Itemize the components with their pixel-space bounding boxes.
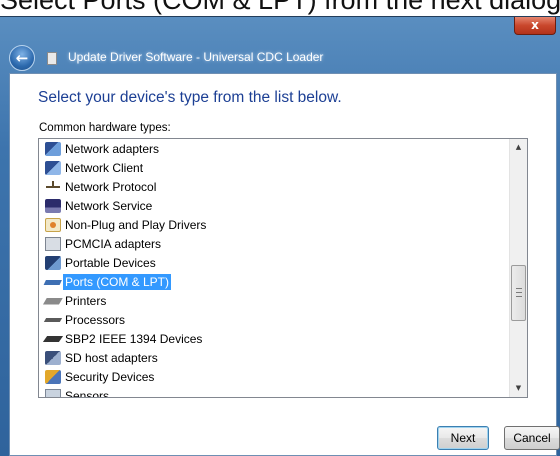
network-adapter-icon <box>45 141 61 156</box>
back-arrow-icon[interactable]: ← <box>9 45 35 71</box>
list-item-portable-devices[interactable]: Portable Devices <box>39 253 509 272</box>
scroll-thumb[interactable] <box>511 265 526 321</box>
port-icon <box>41 274 65 289</box>
list-item-network-client[interactable]: Network Client <box>39 158 509 177</box>
sensor-icon <box>45 388 61 397</box>
window-title: Update Driver Software - Universal CDC L… <box>68 50 324 64</box>
portable-device-icon <box>45 255 61 270</box>
page-heading: Select your device's type from the list … <box>38 89 342 106</box>
list-item-network-adapters[interactable]: Network adapters <box>39 139 509 158</box>
list-item-label: Network Client <box>65 160 144 175</box>
list-scrollbar[interactable]: ▲ ▼ <box>509 139 527 397</box>
list-item-label: SD host adapters <box>65 350 158 365</box>
list-item-label: Printers <box>65 293 107 308</box>
title-bar: ← Update Driver Software - Universal CDC… <box>0 43 560 73</box>
list-item-security-devices[interactable]: Security Devices <box>39 367 509 386</box>
list-item-network-service[interactable]: Network Service <box>39 196 509 215</box>
list-item-label: Network Service <box>65 198 153 213</box>
processor-icon <box>40 312 66 327</box>
close-button[interactable]: x <box>514 17 556 35</box>
list-label: Common hardware types: <box>39 122 171 134</box>
list-item-label: Non-Plug and Play Drivers <box>65 217 207 232</box>
list-item-label: SBP2 IEEE 1394 Devices <box>65 331 203 346</box>
list-item-label: Network Protocol <box>65 179 157 194</box>
list-item-pcmcia-adapters[interactable]: PCMCIA adapters <box>39 234 509 253</box>
list-item-network-protocol[interactable]: Network Protocol <box>39 177 509 196</box>
scroll-up-arrow-icon[interactable]: ▲ <box>510 139 527 156</box>
list-item-label: Portable Devices <box>65 255 156 270</box>
hardware-type-list[interactable]: Network adapters Network Client Network … <box>38 138 528 398</box>
printer-icon <box>40 293 66 308</box>
list-item-label: PCMCIA adapters <box>65 236 162 251</box>
list-item-label: Security Devices <box>65 369 155 384</box>
next-button[interactable]: Next <box>437 426 489 450</box>
dialog-client-area: Select your device's type from the list … <box>9 73 560 456</box>
wizard-icon <box>47 52 57 65</box>
list-item-printers[interactable]: Printers <box>39 291 509 310</box>
sd-adapter-icon <box>45 350 61 365</box>
list-item-label: Ports (COM & LPT) <box>63 273 172 290</box>
list-item-non-pnp-drivers[interactable]: Non-Plug and Play Drivers <box>39 215 509 234</box>
list-item-ports[interactable]: Ports (COM & LPT) <box>39 272 509 291</box>
caption-text: Select Ports (COM & LPT) from the next d… <box>0 0 560 15</box>
list-item-label: Network adapters <box>65 141 160 156</box>
network-client-icon <box>45 160 61 175</box>
list-item-sd-host-adapters[interactable]: SD host adapters <box>39 348 509 367</box>
network-protocol-icon <box>45 180 61 194</box>
scroll-down-arrow-icon[interactable]: ▼ <box>510 380 527 397</box>
list-item-processors[interactable]: Processors <box>39 310 509 329</box>
pcmcia-icon <box>45 236 61 251</box>
list-item-sensors[interactable]: Sensors <box>39 386 509 398</box>
list-item-sbp2-ieee1394[interactable]: SBP2 IEEE 1394 Devices <box>39 329 509 348</box>
list-item-label: Sensors <box>65 388 110 398</box>
grip-icon <box>516 288 522 297</box>
cancel-button[interactable]: Cancel <box>504 426 560 450</box>
security-device-icon <box>45 369 61 384</box>
network-service-icon <box>45 198 61 213</box>
non-pnp-driver-icon <box>45 217 61 232</box>
list-item-label: Processors <box>65 312 126 327</box>
